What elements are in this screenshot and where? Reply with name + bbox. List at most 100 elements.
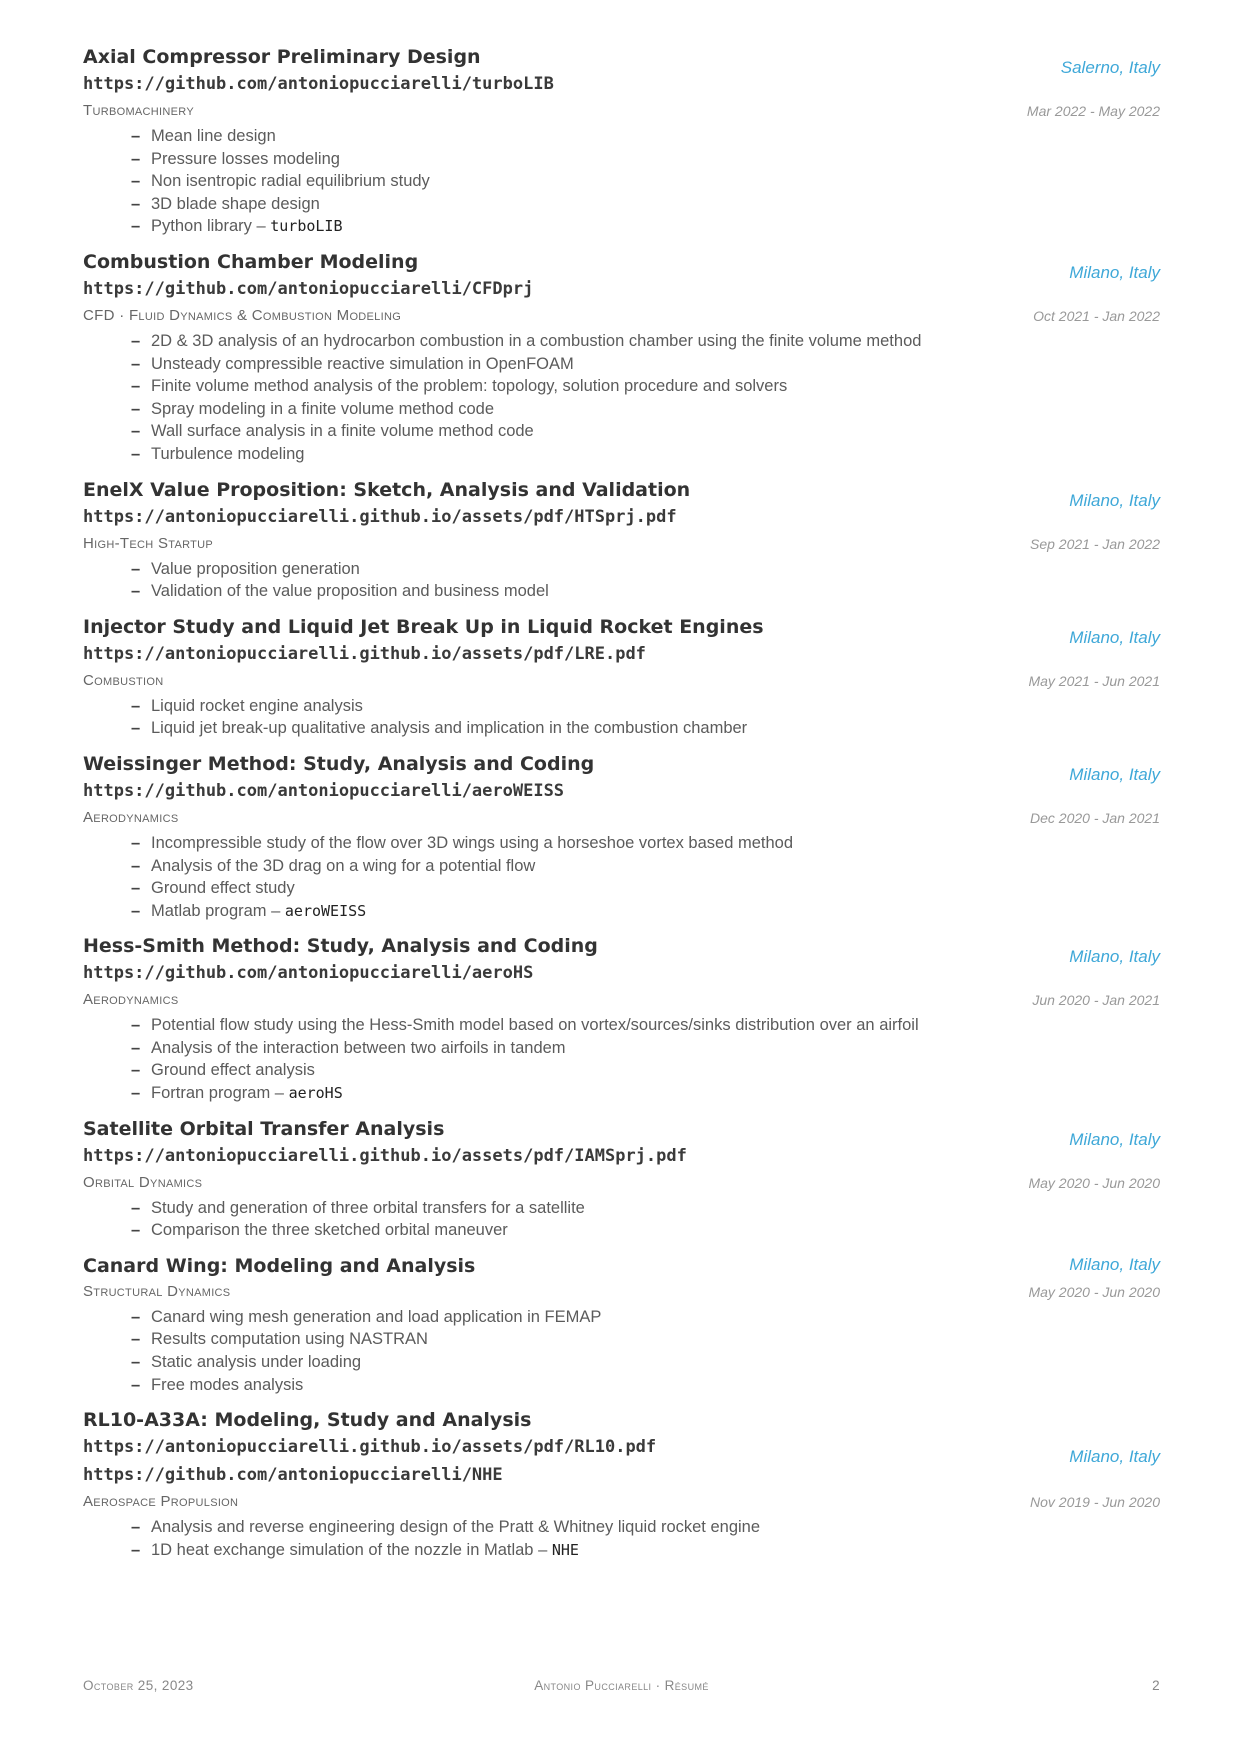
highlight-item: Value proposition generation bbox=[131, 558, 1160, 581]
project-title: Hess-Smith Method: Study, Analysis and C… bbox=[83, 935, 598, 958]
project-meta: Turbomachinery Mar 2022 - May 2022 bbox=[83, 99, 1160, 123]
project-location: Milano, Italy bbox=[1069, 1129, 1160, 1149]
highlight-code: aeroWEISS bbox=[284, 901, 367, 920]
highlight-item: Comparison the three sketched orbital ma… bbox=[131, 1219, 1160, 1242]
highlight-code: NHE bbox=[551, 1540, 579, 1559]
highlight-text: Unsteady compressible reactive simulatio… bbox=[151, 354, 574, 373]
project-highlights: Canard wing mesh generation and load app… bbox=[83, 1306, 1160, 1396]
project-title: Axial Compressor Preliminary Design bbox=[83, 46, 481, 68]
highlight-item: Incompressible study of the flow over 3D… bbox=[131, 832, 1160, 855]
highlight-text: Static analysis under loading bbox=[151, 1353, 362, 1372]
project-meta: CFD · Fluid Dynamics & Combustion Modeli… bbox=[83, 304, 1160, 328]
highlight-item: 1D heat exchange simulation of the nozzl… bbox=[131, 1539, 1160, 1562]
project-category: High-Tech Startup bbox=[83, 534, 214, 552]
highlight-item: Finite volume method analysis of the pro… bbox=[131, 375, 1160, 398]
highlight-text: Incompressible study of the flow over 3D… bbox=[151, 833, 794, 852]
project-title: RL10-A33A: Modeling, Study and Analysis bbox=[83, 1409, 532, 1432]
highlight-item: Fortran program – aeroHS bbox=[131, 1082, 1160, 1105]
project-meta: Aerodynamics Jun 2020 - Jan 2021 bbox=[83, 988, 1160, 1012]
project-entry: Satellite Orbital Transfer Analysis Milan… bbox=[83, 1116, 1160, 1242]
project-entry: Axial Compressor Preliminary Design Saler… bbox=[83, 44, 1160, 238]
project-meta: Structural Dynamics May 2020 - Jun 2020 bbox=[83, 1280, 1160, 1304]
project-location: Milano, Italy bbox=[1069, 627, 1160, 647]
highlight-item: Python library – turboLIB bbox=[131, 215, 1160, 238]
project-date-range: Jun 2020 - Jan 2021 bbox=[1032, 992, 1160, 1009]
highlight-text: Mean line design bbox=[151, 127, 276, 145]
highlight-item: Results computation using NASTRAN bbox=[131, 1328, 1160, 1351]
project-highlights: Mean line design Pressure losses modeling… bbox=[83, 125, 1160, 238]
project-meta: Aerodynamics Dec 2020 - Jan 2021 bbox=[83, 806, 1160, 830]
highlight-text: Liquid rocket engine analysis bbox=[151, 696, 363, 715]
project-link[interactable]: https://github.com/antoniopucciarelli/tu… bbox=[83, 70, 1160, 98]
highlight-item: Non isentropic radial equilibrium study bbox=[131, 170, 1160, 193]
highlight-item: Turbulence modeling bbox=[131, 443, 1160, 466]
project-entry: Weissinger Method: Study, Analysis and C… bbox=[83, 751, 1160, 922]
project-link[interactable]: https://antoniopucciarelli.github.io/ass… bbox=[83, 1433, 1160, 1461]
project-link[interactable]: https://antoniopucciarelli.github.io/ass… bbox=[83, 1142, 1160, 1170]
project-link[interactable]: https://antoniopucciarelli.github.io/ass… bbox=[83, 503, 1160, 531]
highlight-item: Potential flow study using the Hess-Smit… bbox=[131, 1014, 1160, 1037]
highlight-item: Unsteady compressible reactive simulatio… bbox=[131, 353, 1160, 376]
highlight-text: Validation of the value proposition and … bbox=[151, 582, 549, 601]
highlight-text: Pressure losses modeling bbox=[151, 149, 340, 168]
project-meta: Orbital Dynamics May 2020 - Jun 2020 bbox=[83, 1171, 1160, 1195]
project-date-range: May 2020 - Jun 2020 bbox=[1028, 1283, 1160, 1300]
project-category: Aerospace Propulsion bbox=[83, 1493, 239, 1511]
highlight-text: Canard wing mesh generation and load app… bbox=[151, 1307, 602, 1326]
highlight-text: Liquid jet break-up qualitative analysis… bbox=[151, 719, 748, 738]
project-highlights: Potential flow study using the Hess-Smit… bbox=[83, 1014, 1160, 1104]
highlight-text: Turbulence modeling bbox=[151, 444, 305, 463]
project-category: Aerodynamics bbox=[83, 808, 179, 826]
project-date-range: Dec 2020 - Jan 2021 bbox=[1030, 809, 1160, 826]
highlight-text: Python library – bbox=[151, 217, 271, 236]
highlight-item: Analysis of the 3D drag on a wing for a … bbox=[131, 855, 1160, 878]
project-title: Canard Wing: Modeling and Analysis bbox=[83, 1254, 476, 1277]
project-entry: Combustion Chamber Modeling Milano, Italy… bbox=[83, 249, 1160, 466]
project-meta: Combustion May 2021 - Jun 2021 bbox=[83, 669, 1160, 693]
highlight-text: 3D blade shape design bbox=[151, 194, 320, 213]
highlight-text: Analysis and reverse engineering design … bbox=[151, 1518, 761, 1537]
highlight-item: Ground effect analysis bbox=[131, 1059, 1160, 1082]
project-category: Orbital Dynamics bbox=[83, 1173, 203, 1191]
highlight-item: Canard wing mesh generation and load app… bbox=[131, 1306, 1160, 1329]
highlight-item: Analysis and reverse engineering design … bbox=[131, 1516, 1160, 1539]
project-location: Milano, Italy bbox=[1069, 1447, 1160, 1467]
highlight-item: Matlab program – aeroWEISS bbox=[131, 900, 1160, 923]
footer-author-title: Antonio Pucciarelli · Résumé bbox=[534, 1678, 709, 1693]
highlight-text: Results computation using NASTRAN bbox=[151, 1330, 428, 1349]
highlight-item: 2D & 3D analysis of an hydrocarbon combu… bbox=[131, 330, 1160, 353]
project-location: Salerno, Italy bbox=[1060, 58, 1160, 77]
project-highlights: Analysis and reverse engineering design … bbox=[83, 1516, 1160, 1561]
project-category: CFD · Fluid Dynamics & Combustion Modeli… bbox=[83, 306, 402, 324]
highlight-item: Liquid jet break-up qualitative analysis… bbox=[131, 717, 1160, 740]
highlight-item: Liquid rocket engine analysis bbox=[131, 695, 1160, 718]
highlight-text: Ground effect analysis bbox=[151, 1061, 315, 1080]
highlight-text: Spray modeling in a finite volume method… bbox=[151, 399, 495, 418]
resume-page: Axial Compressor Preliminary Design Saler… bbox=[83, 44, 1160, 1572]
page-footer: October 25, 2023 Antonio Pucciarelli · R… bbox=[83, 1678, 1160, 1700]
project-link[interactable]: https://github.com/antoniopucciarelli/ae… bbox=[83, 959, 1160, 987]
highlight-item: Free modes analysis bbox=[131, 1374, 1160, 1397]
project-link[interactable]: https://github.com/antoniopucciarelli/ae… bbox=[83, 777, 1160, 805]
project-location: Milano, Italy bbox=[1069, 490, 1160, 510]
highlight-text: Free modes analysis bbox=[151, 1375, 304, 1394]
highlight-item: Analysis of the interaction between two … bbox=[131, 1037, 1160, 1060]
highlight-text: Study and generation of three orbital tr… bbox=[151, 1198, 585, 1217]
highlight-text: Non isentropic radial equilibrium study bbox=[151, 172, 430, 191]
project-date-range: Sep 2021 - Jan 2022 bbox=[1030, 535, 1160, 552]
highlight-text: Potential flow study using the Hess-Smit… bbox=[151, 1016, 919, 1035]
project-entry: Hess-Smith Method: Study, Analysis and C… bbox=[83, 933, 1160, 1104]
highlight-text: 1D heat exchange simulation of the nozzl… bbox=[151, 1540, 552, 1559]
project-date-range: Oct 2021 - Jan 2022 bbox=[1033, 307, 1160, 324]
highlight-item: Pressure losses modeling bbox=[131, 148, 1160, 171]
project-date-range: May 2021 - Jun 2021 bbox=[1028, 672, 1160, 689]
highlight-item: Study and generation of three orbital tr… bbox=[131, 1197, 1160, 1220]
project-link[interactable]: https://github.com/antoniopucciarelli/CF… bbox=[83, 275, 1160, 303]
project-date-range: Mar 2022 - May 2022 bbox=[1026, 103, 1160, 119]
project-entry: RL10-A33A: Modeling, Study and Analysis M… bbox=[83, 1407, 1160, 1561]
project-date-range: May 2020 - Jun 2020 bbox=[1028, 1174, 1160, 1191]
project-link[interactable]: https://antoniopucciarelli.github.io/ass… bbox=[83, 640, 1160, 668]
highlight-text: Wall surface analysis in a finite volume… bbox=[151, 422, 534, 441]
highlight-text: Matlab program – bbox=[151, 901, 285, 920]
project-link[interactable]: https://github.com/antoniopucciarelli/NH… bbox=[83, 1461, 1160, 1489]
